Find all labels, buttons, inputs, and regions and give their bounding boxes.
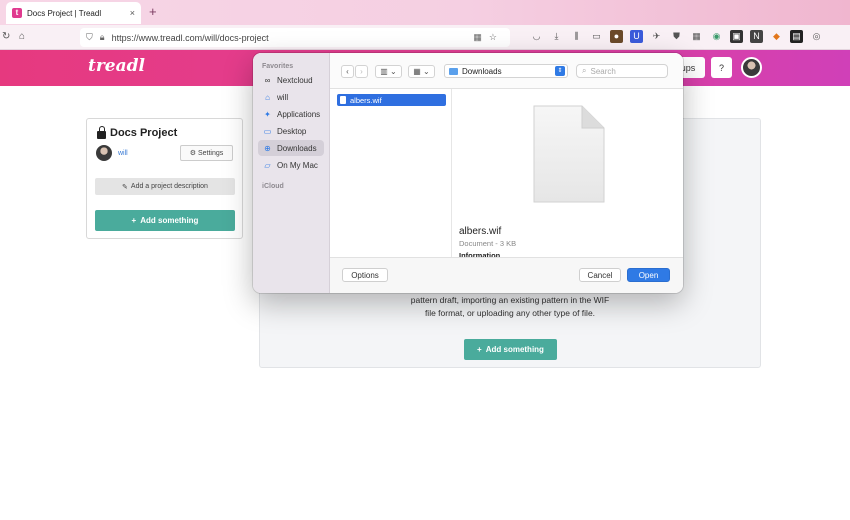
add-something-button[interactable]: + Add something <box>95 210 235 231</box>
qr-code-icon[interactable]: ▦ <box>473 32 482 43</box>
forward-button[interactable]: › <box>355 65 368 78</box>
pencil-icon: ✎ <box>122 183 128 191</box>
project-title-text: Docs Project <box>110 127 178 139</box>
document-preview-icon <box>533 105 605 203</box>
sidebar-item-desktop[interactable]: ▭ Desktop <box>258 123 324 139</box>
open-button[interactable]: Open <box>627 268 670 282</box>
sidebar-item-nextcloud[interactable]: ∞ Nextcloud <box>258 72 324 88</box>
options-button[interactable]: Options <box>342 268 388 282</box>
dialog-sidebar: Favorites ∞ Nextcloud ⌂ will ✦ Applicati… <box>253 53 330 293</box>
metamask-icon[interactable]: ◆ <box>770 30 783 43</box>
view-columns-button[interactable]: ▥ ⌄ <box>375 65 402 78</box>
add-description-label: Add a project description <box>130 183 208 190</box>
add-something-label: Add something <box>140 216 199 225</box>
dialog-footer: Options Cancel Open <box>330 257 683 293</box>
folder-icon <box>449 67 458 75</box>
library-icon[interactable]: ⫼ <box>570 30 583 43</box>
file-preview: albers.wif Document - 3 KB Information <box>453 89 683 257</box>
sidebar-item-on-my-mac[interactable]: ▱ On My Mac <box>258 157 324 173</box>
icloud-heading: iCloud <box>262 183 284 190</box>
sidebar-item-downloads[interactable]: ⊕ Downloads <box>258 140 324 156</box>
reload-icon[interactable]: ↻ <box>2 31 10 42</box>
treadl-logo[interactable]: treadl <box>88 56 145 76</box>
add-description-button[interactable]: ✎ Add a project description <box>95 178 235 195</box>
desktop-icon: ▭ <box>263 126 272 136</box>
gear-icon: ⚙ <box>189 150 196 157</box>
document-icon <box>340 96 346 104</box>
browser-tab[interactable]: t Docs Project | Treadl × <box>6 2 141 24</box>
back-button[interactable]: ‹ <box>341 65 354 78</box>
lock-icon[interactable]: 🔒︎ <box>100 32 105 43</box>
add-something-main-label: Add something <box>485 345 544 354</box>
bookmark-star-icon[interactable]: ☆ <box>489 32 497 43</box>
preview-file-name: albers.wif <box>459 226 502 237</box>
extension-icon[interactable]: ⛊ <box>670 30 683 43</box>
sidebar-icon[interactable]: ▭ <box>590 30 603 43</box>
tab-close-icon[interactable]: × <box>130 8 135 18</box>
extension-icon[interactable]: ◉ <box>710 30 723 43</box>
url-bar[interactable]: ⛉ 🔒︎ https://www.treadl.com/will/docs-pr… <box>80 28 510 47</box>
search-icon: ⌕ <box>582 66 587 75</box>
location-label: Downloads <box>462 66 502 76</box>
help-button[interactable]: ? <box>711 57 732 78</box>
lock-icon <box>97 125 106 139</box>
home-icon[interactable]: ⌂ <box>19 31 25 42</box>
applications-icon: ✦ <box>264 109 271 119</box>
plus-icon: + <box>477 345 482 354</box>
view-grid-button[interactable]: ▦ ⌄ <box>408 65 435 78</box>
browser-tabbar: t Docs Project | Treadl × + <box>0 0 850 25</box>
pocket-icon[interactable]: ◡ <box>530 30 543 43</box>
treadl-favicon-icon: t <box>12 8 22 18</box>
add-something-main-button[interactable]: + Add something <box>464 339 557 360</box>
browser-navbar: ↻ ⌂ ⛉ 🔒︎ https://www.treadl.com/will/doc… <box>0 25 850 50</box>
search-input[interactable]: ⌕ Search <box>576 64 668 78</box>
user-avatar[interactable] <box>741 57 762 78</box>
sidebar-item-applications[interactable]: ✦ Applications <box>258 106 324 122</box>
file-name: albers.wif <box>350 95 382 105</box>
project-title: Docs Project <box>97 125 178 139</box>
tab-title: Docs Project | Treadl <box>27 8 102 18</box>
toolbar-icons: ◡ ⤓ ⫼ ▭ ● U ✈ ⛊ ▦ ◉ ▣ N ◆ ▤ ◎ <box>530 30 823 43</box>
cancel-button[interactable]: Cancel <box>579 268 621 282</box>
settings-button[interactable]: ⚙ Settings <box>180 145 233 161</box>
empty-state-text: pattern draft, importing an existing pat… <box>410 295 610 318</box>
file-row-albers[interactable]: albers.wif <box>337 94 446 106</box>
shield-icon[interactable]: ⛉ <box>86 32 93 43</box>
dialog-toolbar: ‹ › ▥ ⌄ ▦ ⌄ Downloads ⇕ ⌕ Search <box>330 53 683 89</box>
file-list-column: albers.wif <box>330 89 452 257</box>
extension-icon[interactable]: ▤ <box>790 30 803 43</box>
extension-icon[interactable]: ✈ <box>650 30 663 43</box>
downloads-icon: ⊕ <box>264 143 271 153</box>
settings-label: Settings <box>197 149 224 157</box>
home-icon: ⌂ <box>265 92 270 102</box>
download-icon[interactable]: ⤓ <box>550 30 563 43</box>
owner-avatar[interactable] <box>96 145 112 161</box>
new-tab-button[interactable]: + <box>149 4 157 19</box>
extensions-menu-icon[interactable]: ◎ <box>810 30 823 43</box>
owner-link[interactable]: will <box>118 150 128 157</box>
search-placeholder: Search <box>590 66 616 76</box>
plus-icon: + <box>131 216 137 225</box>
sidebar-item-home[interactable]: ⌂ will <box>258 89 324 105</box>
preview-file-meta: Document - 3 KB <box>459 239 517 248</box>
extension-icon[interactable]: N <box>750 30 763 43</box>
extension-icon[interactable]: U <box>630 30 643 43</box>
favorites-heading: Favorites <box>262 63 294 70</box>
chevron-updown-icon: ⇕ <box>555 66 565 76</box>
file-open-dialog: Favorites ∞ Nextcloud ⌂ will ✦ Applicati… <box>253 53 683 293</box>
extension-icon[interactable]: ▣ <box>730 30 743 43</box>
location-select[interactable]: Downloads ⇕ <box>444 64 568 78</box>
extension-icon[interactable]: ▦ <box>690 30 703 43</box>
url-text[interactable]: https://www.treadl.com/will/docs-project <box>112 33 474 43</box>
project-card: Docs Project will ⚙ Settings ✎ Add a pro… <box>86 118 243 239</box>
folder-icon: ▱ <box>264 160 271 170</box>
cloud-icon: ∞ <box>264 75 271 85</box>
extension-icon[interactable]: ● <box>610 30 623 43</box>
